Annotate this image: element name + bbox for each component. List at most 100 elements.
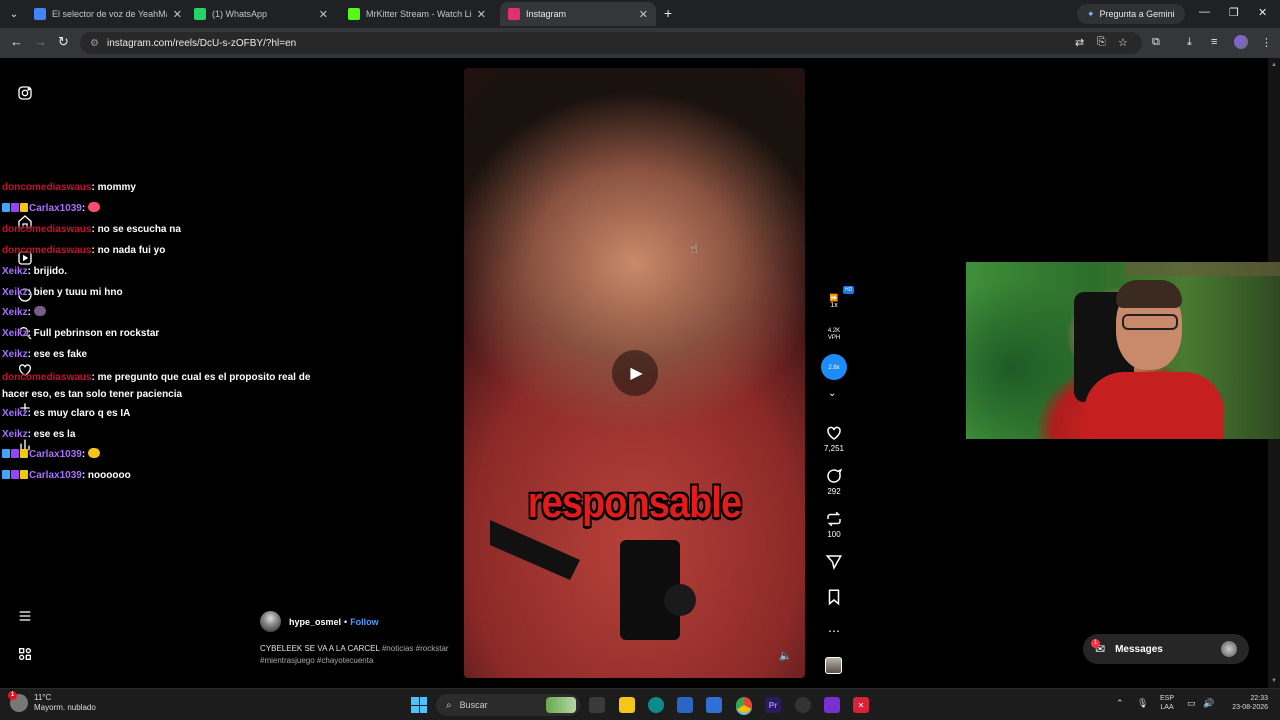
back-button[interactable]: ←	[10, 35, 23, 49]
author-avatar[interactable]	[260, 611, 281, 632]
downloads-icon[interactable]: ⤓	[1187, 36, 1192, 49]
webcam-shelf	[1126, 262, 1280, 276]
more-options-icon[interactable]: ⋯	[818, 624, 850, 638]
more-menu-icon[interactable]	[16, 607, 34, 625]
chat-text: : ese es fake	[27, 349, 88, 360]
chevron-down-icon[interactable]: ⌄	[828, 388, 836, 399]
audio-thumbnail[interactable]	[825, 657, 842, 674]
language-indicator[interactable]: ESP LAA	[1160, 694, 1174, 712]
chat-message: doncomediaswaus: no se escucha na	[2, 223, 181, 237]
tab-close-icon[interactable]: ✕	[477, 8, 486, 21]
play-button[interactable]: ▶	[612, 350, 658, 396]
chat-username[interactable]: doncomediaswaus	[2, 245, 91, 256]
new-tab-button[interactable]: +	[664, 6, 672, 20]
repost-button[interactable]: 100	[818, 510, 850, 539]
save-button[interactable]	[818, 588, 850, 606]
chat-username[interactable]: Xeikz	[2, 429, 28, 440]
store-icon[interactable]	[677, 697, 693, 713]
obs-icon[interactable]	[795, 697, 811, 713]
tab-search-button[interactable]: ⌄	[4, 4, 24, 24]
chat-username[interactable]: Xeikz	[2, 328, 28, 339]
tab-title: (1) WhatsApp	[212, 9, 268, 19]
chat-username[interactable]: doncomediaswaus	[2, 372, 91, 383]
tray-overflow-icon[interactable]: ⌃	[1116, 698, 1124, 709]
chat-username[interactable]: Xeikz	[2, 266, 28, 277]
chat-username[interactable]: Xeikz	[2, 287, 28, 298]
chat-message: Xeikz: es muy claro q es IA	[2, 407, 130, 421]
translate-icon[interactable]: ⇄	[1075, 36, 1084, 49]
follow-button[interactable]: Follow	[350, 617, 379, 627]
gemini-icon: ✦	[1087, 8, 1095, 19]
clock-time: 22:33	[1250, 695, 1268, 702]
maximize-button[interactable]: ❐	[1229, 6, 1239, 19]
speed-control[interactable]: ⏩ 1x	[826, 294, 842, 309]
also-from-meta-icon[interactable]	[16, 645, 34, 663]
gemini-button[interactable]: ✦ Pregunta a Gemini	[1077, 4, 1185, 24]
bookmark-star-icon[interactable]: ☆	[1118, 36, 1128, 49]
network-icon[interactable]: ▭	[1187, 698, 1196, 709]
tab-close-icon[interactable]: ✕	[319, 8, 328, 21]
chat-username[interactable]: Carlax1039	[29, 449, 82, 460]
profile-avatar[interactable]	[1234, 35, 1248, 49]
trend-badge[interactable]: 2.8x	[821, 354, 847, 380]
file-explorer-icon[interactable]	[619, 697, 635, 713]
taskbar-search[interactable]: ⌕ Buscar	[436, 694, 580, 716]
premiere-icon[interactable]: Pr	[765, 697, 781, 713]
app-x-icon[interactable]: ✕	[853, 697, 869, 713]
tab-close-icon[interactable]: ✕	[639, 8, 648, 21]
comment-button[interactable]: 292	[818, 467, 850, 496]
mute-toggle-icon[interactable]: 🔈	[779, 651, 791, 662]
chat-username[interactable]: doncomediaswaus	[2, 182, 91, 193]
tab-close-icon[interactable]: ✕	[173, 8, 182, 21]
vph-stat: 4.2K VPH	[822, 328, 846, 342]
browser-menu-icon[interactable]: ⋮	[1261, 36, 1272, 49]
chat-username[interactable]: Xeikz	[2, 349, 28, 360]
share-button[interactable]	[818, 553, 850, 571]
scroll-up-icon[interactable]: ▲	[1271, 62, 1277, 68]
outlook-icon[interactable]	[706, 697, 722, 713]
chat-badge-icon	[20, 470, 28, 479]
reload-button[interactable]: ↻	[58, 35, 69, 49]
reading-list-icon[interactable]: ≡	[1211, 36, 1217, 48]
tab-1[interactable]: El selector de voz de YeahMayb ✕	[26, 2, 190, 26]
repost-icon	[827, 511, 841, 527]
tab-3[interactable]: MrKitter Stream - Watch Live o ✕	[340, 2, 494, 26]
fast-forward-icon: ⏩	[829, 295, 839, 302]
microphone-icon[interactable]: 🎙	[1137, 698, 1148, 709]
like-button[interactable]: 7,251	[818, 424, 850, 453]
weather-widget[interactable]: 1 11°C Mayorm. nublado	[8, 691, 96, 713]
chat-username[interactable]: Xeikz	[2, 307, 28, 318]
site-info-icon[interactable]: ⚙	[90, 38, 99, 49]
clock-date: 23-08-2026	[1232, 704, 1268, 711]
chat-username[interactable]: doncomediaswaus	[2, 224, 91, 235]
clock[interactable]: 22:33 23-08-2026	[1222, 694, 1268, 712]
install-app-icon[interactable]: ⎘	[1097, 36, 1106, 49]
like-count: 7,251	[823, 444, 845, 453]
scroll-down-icon[interactable]: ▼	[1271, 678, 1277, 684]
chat-badge-icon	[11, 203, 19, 212]
chrome-icon[interactable]	[736, 697, 752, 713]
address-bar[interactable]: ⚙ instagram.com/reels/DcU-s-zOFBY/?hl=en	[80, 32, 1142, 54]
chat-badge-icon	[20, 449, 28, 458]
extensions-icon[interactable]: ⧉	[1152, 36, 1160, 49]
app-heart-icon[interactable]	[824, 697, 840, 713]
volume-icon[interactable]: 🔊	[1203, 698, 1214, 709]
author-username[interactable]: hype_osmel	[289, 617, 341, 627]
chat-message: Carlax1039:	[2, 448, 100, 462]
chat-text: : es muy claro q es IA	[27, 408, 131, 419]
chat-username[interactable]: Carlax1039	[29, 470, 82, 481]
windows-start-icon[interactable]	[411, 697, 427, 713]
instagram-logo-icon[interactable]	[16, 84, 34, 102]
chat-username[interactable]: Xeikz	[2, 408, 28, 419]
task-view-icon[interactable]	[589, 697, 605, 713]
minimize-button[interactable]: —	[1199, 6, 1210, 18]
forward-button[interactable]: →	[34, 35, 47, 49]
search-icon: ⌕	[446, 699, 452, 711]
chat-text: :	[81, 203, 88, 214]
chat-username[interactable]: Carlax1039	[29, 203, 82, 214]
edge-icon[interactable]	[648, 697, 664, 713]
messages-button[interactable]: ✉ 1 Messages	[1083, 634, 1249, 664]
close-window-button[interactable]: ✕	[1258, 6, 1267, 19]
tab-4[interactable]: Instagram ✕	[500, 2, 656, 26]
tab-2[interactable]: (1) WhatsApp ✕	[186, 2, 336, 26]
